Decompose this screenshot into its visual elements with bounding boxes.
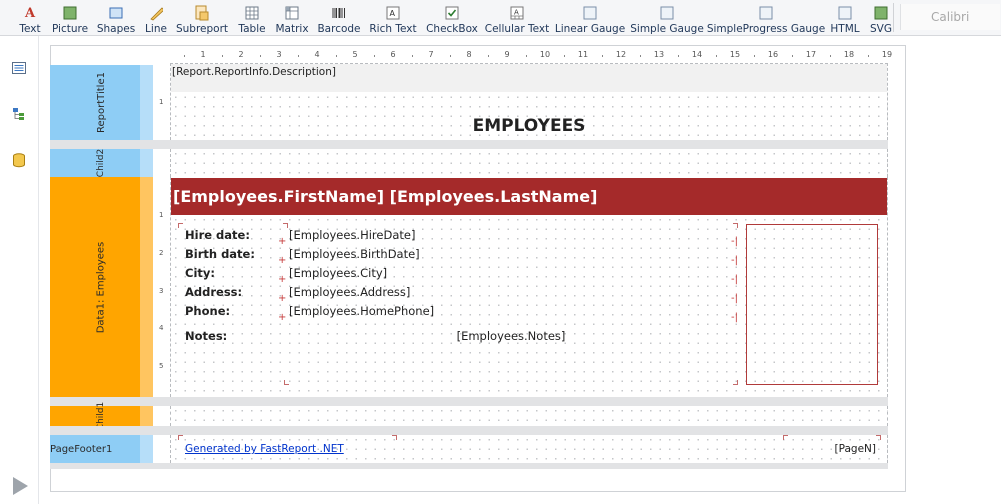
checkbox-icon (445, 6, 459, 20)
data-band[interactable]: [Employees.FirstName] [Employees.LastNam… (170, 177, 888, 397)
notes-field[interactable]: [Employees.Notes] (289, 329, 733, 343)
svg-text:A: A (514, 9, 519, 17)
cellular-text-tool-button[interactable]: A Cellular Text (485, 0, 549, 35)
vertical-ruler: 1 2 3 4 5 (159, 211, 164, 370)
band-title-child2[interactable]: Child2 (50, 149, 152, 177)
birth-date-field[interactable]: [Employees.BirthDate] (289, 247, 420, 261)
band-title-data[interactable]: Data1: Employees (50, 177, 152, 397)
shapes-tool-button[interactable]: Shapes (96, 0, 136, 35)
components-toolbar: A Text Picture Shapes Line Subreport Tab… (0, 0, 1001, 36)
matrix-tool-button[interactable]: Matrix (274, 0, 310, 35)
cellular-text-icon: A (510, 6, 524, 20)
table-icon (245, 6, 259, 20)
child2-band[interactable] (170, 149, 888, 177)
rich-text-icon: A (386, 6, 400, 20)
play-icon[interactable] (10, 476, 30, 496)
band-separator (50, 140, 888, 149)
employee-name-field[interactable]: [Employees.FirstName] [Employees.LastNam… (173, 187, 597, 206)
report-tree-icon[interactable] (11, 60, 27, 76)
line-tool-button[interactable]: Line (142, 0, 170, 35)
shapes-icon (109, 6, 123, 20)
svg-text:A: A (390, 9, 396, 18)
page-number-field[interactable]: [PageN] (791, 443, 876, 455)
svg-tool-button[interactable]: SVG (867, 0, 895, 35)
line-icon (149, 6, 163, 21)
band-separator (50, 426, 888, 435)
hire-date-label: Hire date: (185, 228, 250, 242)
rich-text-tool-button[interactable]: A Rich Text (368, 0, 418, 35)
employee-photo-picture[interactable] (746, 224, 878, 385)
band-title-child1[interactable]: Child1 (50, 402, 152, 430)
band-strip (140, 177, 153, 397)
matrix-icon (285, 6, 299, 20)
band-separator (50, 463, 888, 469)
subreport-icon (195, 5, 209, 21)
picture-icon (63, 6, 77, 20)
hire-date-field[interactable]: [Employees.HireDate] (289, 228, 415, 242)
city-field[interactable]: [Employees.City] (289, 266, 387, 280)
text-tool-button[interactable]: A Text (14, 0, 46, 35)
subreport-tool-button[interactable]: Subreport (176, 0, 228, 35)
simple-gauge-icon (660, 6, 674, 20)
band-title-report-title[interactable]: ReportTitle1 (50, 65, 152, 140)
simple-progress-gauge-tool-button[interactable]: SimpleProgress Gauge (707, 0, 825, 35)
child1-band[interactable] (170, 406, 888, 426)
notes-label: Notes: (185, 329, 228, 343)
band-strip (140, 149, 153, 177)
birth-date-label: Birth date: (185, 247, 255, 261)
barcode-tool-button[interactable]: Barcode (317, 0, 361, 35)
table-tool-button[interactable]: Table (235, 0, 269, 35)
vertical-ruler: 1 (159, 98, 164, 106)
barcode-icon (332, 6, 346, 20)
report-description-field[interactable]: [Report.ReportInfo.Description] (172, 66, 336, 78)
simple-progress-gauge-icon (759, 6, 773, 20)
page-footer-band[interactable]: Generated by FastReport .NET [PageN] (170, 435, 888, 463)
report-heading[interactable]: EMPLOYEES (171, 116, 887, 136)
employee-name-header[interactable]: [Employees.FirstName] [Employees.LastNam… (171, 178, 887, 215)
phone-field[interactable]: [Employees.HomePhone] (289, 304, 434, 318)
band-title-page-footer[interactable]: PageFooter1 (50, 435, 152, 463)
address-field[interactable]: [Employees.Address] (289, 285, 410, 299)
report-title-band[interactable]: [Report.ReportInfo.Description] EMPLOYEE… (170, 63, 888, 140)
band-strip (140, 406, 153, 426)
font-name-select[interactable]: Calibri (900, 4, 1000, 30)
band-separator (50, 397, 888, 406)
picture-tool-button[interactable]: Picture (50, 0, 90, 35)
linear-gauge-icon (583, 6, 597, 20)
html-tool-button[interactable]: HTML (828, 0, 862, 35)
toolbar-separator (893, 3, 894, 32)
left-sidebar (0, 36, 39, 504)
data-tree-icon[interactable] (11, 106, 27, 122)
address-label: Address: (185, 285, 243, 299)
checkbox-tool-button[interactable]: CheckBox (426, 0, 478, 35)
city-label: City: (185, 266, 215, 280)
svg-icon (874, 6, 888, 20)
html-icon (838, 6, 852, 20)
phone-label: Phone: (185, 304, 231, 318)
band-strip (140, 65, 153, 140)
simple-gauge-tool-button[interactable]: Simple Gauge (630, 0, 704, 35)
linear-gauge-tool-button[interactable]: Linear Gauge (555, 0, 625, 35)
fastreport-link[interactable]: Generated by FastReport .NET (185, 443, 344, 455)
band-strip (140, 435, 153, 463)
horizontal-ruler: 1 2 3 4 5 6 7 8 9 10 11 12 13 14 15 16 1… (168, 47, 892, 61)
database-icon[interactable] (11, 152, 27, 168)
text-icon: A (24, 5, 36, 21)
